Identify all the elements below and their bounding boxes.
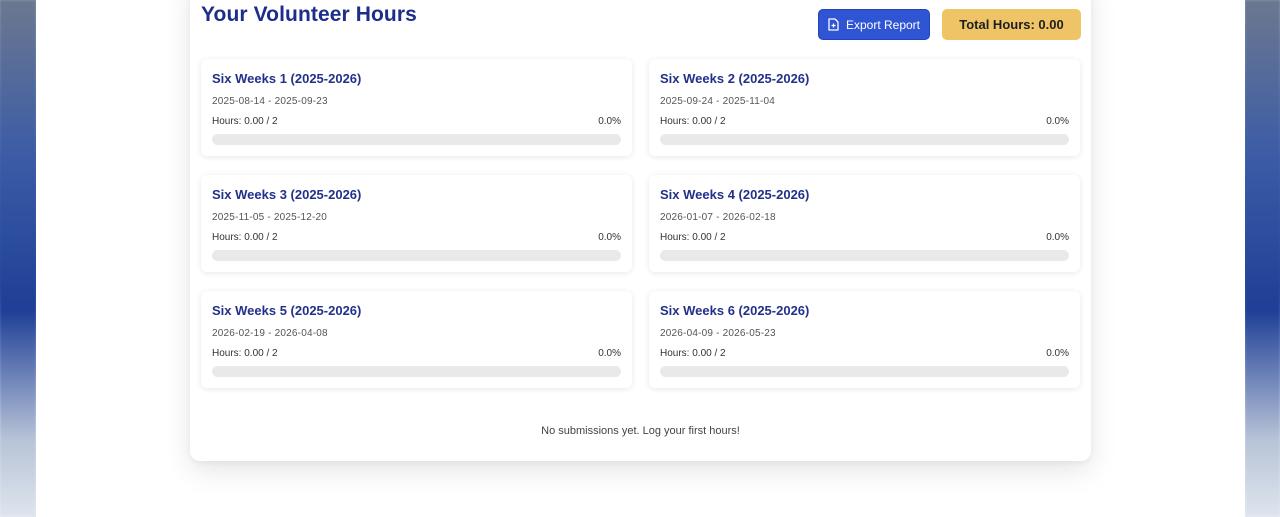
period-title: Six Weeks 6 (2025-2026) <box>660 303 810 318</box>
background-left-edge <box>0 0 36 517</box>
background-right-edge <box>1245 0 1280 517</box>
period-dates: 2025-11-05 - 2025-12-20 <box>212 212 328 223</box>
period-percent: 0.0% <box>1046 116 1069 127</box>
empty-submissions-message: No submissions yet. Log your first hours… <box>541 425 740 437</box>
progress-bar <box>660 250 1069 261</box>
period-percent: 0.0% <box>1046 232 1069 243</box>
period-percent: 0.0% <box>598 348 621 359</box>
period-hours: Hours: 0.00 / 2 <box>212 348 278 359</box>
period-dates: 2026-01-07 - 2026-02-18 <box>660 212 776 223</box>
period-title: Six Weeks 2 (2025-2026) <box>660 71 810 86</box>
volunteer-hours-panel: Your Volunteer Hours Export Report Total… <box>190 0 1091 461</box>
period-card: Six Weeks 1 (2025-2026) 2025-08-14 - 202… <box>201 59 632 156</box>
period-title: Six Weeks 5 (2025-2026) <box>212 303 362 318</box>
period-dates: 2025-08-14 - 2025-09-23 <box>212 96 328 107</box>
progress-bar <box>660 134 1069 145</box>
period-hours: Hours: 0.00 / 2 <box>660 232 726 243</box>
period-card: Six Weeks 3 (2025-2026) 2025-11-05 - 202… <box>201 175 632 272</box>
period-hours: Hours: 0.00 / 2 <box>212 116 278 127</box>
export-report-label: Export Report <box>845 17 921 32</box>
progress-bar <box>212 250 621 261</box>
period-title: Six Weeks 3 (2025-2026) <box>212 187 362 202</box>
export-report-button[interactable]: Export Report <box>818 9 930 40</box>
period-hours: Hours: 0.00 / 2 <box>212 232 278 243</box>
period-hours: Hours: 0.00 / 2 <box>660 116 726 127</box>
total-hours-badge: Total Hours: 0.00 <box>942 9 1081 40</box>
page: Your Volunteer Hours Export Report Total… <box>36 0 1245 517</box>
period-dates: 2026-02-19 - 2026-04-08 <box>212 328 328 339</box>
document-export-icon <box>828 18 839 31</box>
period-title: Six Weeks 1 (2025-2026) <box>212 71 362 86</box>
period-dates: 2025-09-24 - 2025-11-04 <box>660 96 776 107</box>
period-dates: 2026-04-09 - 2026-05-23 <box>660 328 776 339</box>
progress-bar <box>212 366 621 377</box>
period-percent: 0.0% <box>1046 348 1069 359</box>
period-percent: 0.0% <box>598 116 621 127</box>
period-card: Six Weeks 5 (2025-2026) 2026-02-19 - 202… <box>201 291 632 388</box>
progress-bar <box>660 366 1069 377</box>
period-card: Six Weeks 4 (2025-2026) 2026-01-07 - 202… <box>649 175 1080 272</box>
page-title: Your Volunteer Hours <box>201 3 417 26</box>
period-hours: Hours: 0.00 / 2 <box>660 348 726 359</box>
period-card: Six Weeks 6 (2025-2026) 2026-04-09 - 202… <box>649 291 1080 388</box>
progress-bar <box>212 134 621 145</box>
period-percent: 0.0% <box>598 232 621 243</box>
period-title: Six Weeks 4 (2025-2026) <box>660 187 810 202</box>
period-card: Six Weeks 2 (2025-2026) 2025-09-24 - 202… <box>649 59 1080 156</box>
